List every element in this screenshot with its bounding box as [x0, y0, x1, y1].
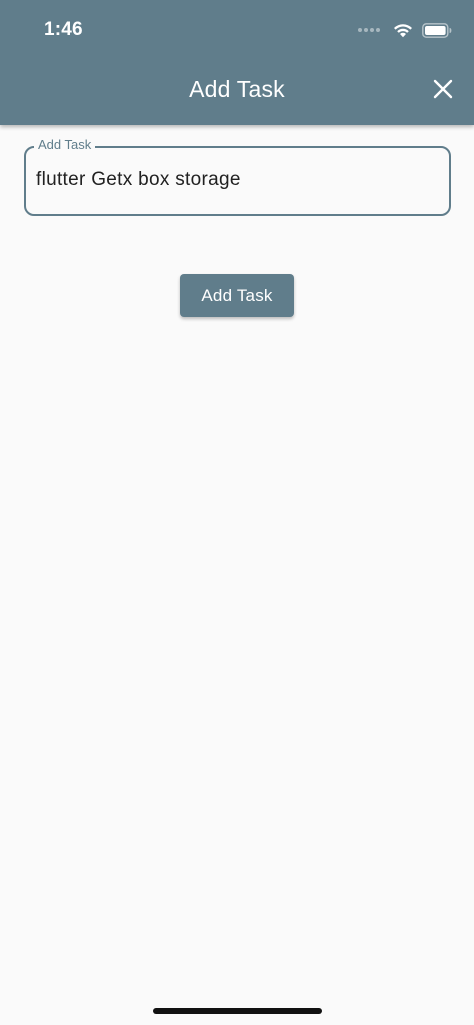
wifi-icon	[394, 24, 412, 38]
task-input[interactable]	[36, 164, 436, 196]
signal-dots-icon	[358, 28, 382, 32]
task-field: Add Task	[24, 137, 451, 216]
home-indicator	[153, 1008, 322, 1014]
page-title: Add Task	[189, 76, 285, 102]
close-icon	[433, 79, 453, 99]
battery-icon	[422, 22, 452, 38]
add-task-screen: 1:46 Add Task Add Task flutter Getx box …	[0, 0, 474, 1025]
status-time: 1:46	[44, 19, 83, 40]
close-button[interactable]	[426, 72, 460, 106]
app-bar: 1:46 Add Task	[0, 0, 474, 125]
add-task-button[interactable]: Add Task	[180, 274, 294, 317]
status-icons	[358, 20, 452, 40]
task-field-label: Add Task	[34, 137, 96, 153]
